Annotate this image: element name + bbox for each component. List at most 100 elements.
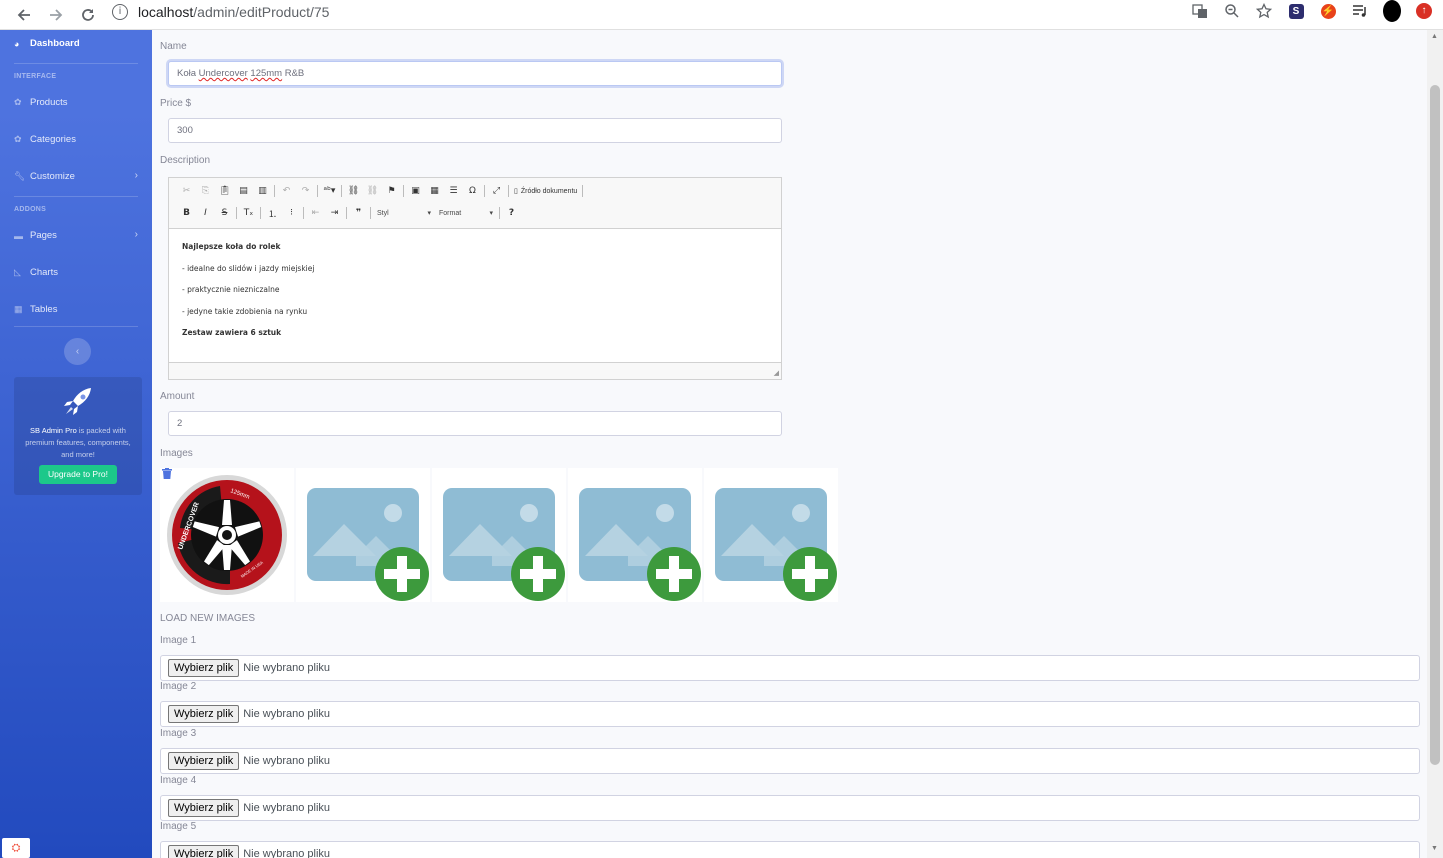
image-3-file-input[interactable]: Wybierz plik Nie wybrano pliku (160, 748, 1420, 774)
name-value-spell: Undercover (198, 68, 248, 79)
redo-icon[interactable]: ↷ (296, 183, 315, 199)
paste-text-icon[interactable]: ▤ (234, 183, 253, 199)
style-dropdown-label: Styl (377, 209, 389, 217)
add-image-placeholder-icon (307, 488, 429, 601)
price-input[interactable]: 300 (168, 118, 782, 143)
page-scrollbar[interactable]: ▲ ▼ (1427, 30, 1443, 858)
bold-icon[interactable]: B (177, 205, 196, 221)
sidebar-toggle-button[interactable]: ‹ (64, 338, 91, 365)
add-image-slot-4[interactable] (568, 468, 702, 602)
blockquote-icon[interactable]: ❞ (349, 205, 368, 221)
name-value-spell-2: 125mm (250, 68, 283, 79)
address-bar[interactable]: i localhost/admin/editProduct/75 (112, 0, 1162, 24)
caret-down-icon: ▾ (427, 210, 431, 217)
italic-icon[interactable]: I (196, 205, 215, 221)
translate-icon[interactable] (1191, 2, 1209, 20)
extension-s-icon[interactable]: S (1287, 2, 1305, 20)
scrollbar-thumb[interactable] (1430, 85, 1440, 765)
resize-handle-icon[interactable]: ◢ (774, 369, 779, 377)
media-control-icon[interactable] (1351, 2, 1369, 20)
unlink-icon[interactable]: ⛓ (363, 183, 382, 199)
image-5-file-input[interactable]: Wybierz plik Nie wybrano pliku (160, 841, 1420, 858)
file-status: Nie wybrano pliku (243, 662, 331, 674)
sidebar-item-label: Categories (30, 134, 76, 145)
image-icon[interactable]: ▣ (406, 183, 425, 199)
spellcheck-icon[interactable]: ᵃᵇ▾ (320, 183, 339, 199)
editor-toolbar-row-1: ✂ ⎘ 📋︎ ▤ ▥ ↶ ↷ ᵃᵇ▾ ⛓ ⛓ ⚑ ▣ ▦ ☰ Ω ⤢ ▯ Źród… (177, 183, 585, 199)
wheel-image: UNDERCOVER 125mm MADE IN USA (167, 475, 287, 595)
file-status: Nie wybrano pliku (243, 708, 331, 720)
scroll-up-icon[interactable]: ▲ (1431, 33, 1438, 40)
amount-input[interactable]: 2 (168, 411, 782, 436)
zoom-icon[interactable] (1223, 2, 1241, 20)
forward-icon[interactable] (40, 0, 72, 30)
sidebar-item-customize[interactable]: 🔧︎ Customize (14, 171, 138, 182)
scroll-down-icon[interactable]: ▼ (1431, 845, 1438, 852)
editor-content[interactable]: Najlepsze koła do rolek - idealne do sli… (169, 228, 781, 363)
back-icon[interactable] (8, 0, 40, 30)
numbered-list-icon[interactable]: ⒈ (263, 205, 282, 221)
reload-icon[interactable] (72, 0, 104, 30)
table-icon[interactable]: ▦ (425, 183, 444, 199)
horizontal-line-icon[interactable]: ☰ (444, 183, 463, 199)
editor-toolbar-row-2: B I S Tₓ ⒈ ⁝ ⇤ ⇥ ❞ Styl ▾ Format ▾ ? (177, 205, 521, 221)
source-icon: ▯ (514, 188, 518, 195)
update-icon[interactable]: ↑ (1415, 2, 1433, 20)
sidebar-item-charts[interactable]: ◺ Charts (14, 267, 58, 278)
format-dropdown[interactable]: Format ▾ (435, 206, 497, 220)
name-input[interactable]: Koła Undercover 125mm R&B (168, 61, 782, 86)
choose-file-button[interactable]: Wybierz plik (168, 752, 240, 770)
table-icon: ▦ (14, 304, 23, 314)
sidebar-item-products[interactable]: ✿ Products (14, 97, 68, 108)
format-dropdown-label: Format (439, 209, 462, 217)
product-image-1[interactable]: UNDERCOVER 125mm MADE IN USA (160, 468, 294, 602)
add-image-placeholder-icon (443, 488, 565, 601)
paste-icon[interactable]: 📋︎ (215, 183, 234, 199)
help-icon[interactable]: ? (502, 205, 521, 221)
special-char-icon[interactable]: Ω (463, 183, 482, 199)
add-image-slot-5[interactable] (704, 468, 838, 602)
image-2-file-input[interactable]: Wybierz plik Nie wybrano pliku (160, 701, 1420, 727)
image-1-file-input[interactable]: Wybierz plik Nie wybrano pliku (160, 655, 1420, 681)
indent-icon[interactable]: ⇥ (325, 205, 344, 221)
caret-down-icon: ▾ (489, 210, 493, 217)
choose-file-button[interactable]: Wybierz plik (168, 705, 240, 723)
style-dropdown[interactable]: Styl ▾ (373, 206, 435, 220)
wrench-icon: 🔧︎ (14, 171, 26, 181)
add-image-slot-3[interactable] (432, 468, 566, 602)
upgrade-button[interactable]: Upgrade to Pro! (39, 465, 117, 484)
sidebar: ◕ Dashboard INTERFACE ✿ Products ✿ Categ… (0, 30, 152, 858)
choose-file-button[interactable]: Wybierz plik (168, 659, 240, 677)
add-image-slot-2[interactable] (296, 468, 430, 602)
bulleted-list-icon[interactable]: ⁝ (282, 205, 301, 221)
sidebar-item-pages[interactable]: ▬ Pages (14, 230, 57, 241)
image-4-file-input[interactable]: Wybierz plik Nie wybrano pliku (160, 795, 1420, 821)
sidebar-item-tables[interactable]: ▦ Tables (14, 304, 57, 315)
sidebar-item-dashboard[interactable]: ◕ Dashboard (14, 38, 80, 49)
choose-file-button[interactable]: Wybierz plik (168, 845, 240, 858)
profile-avatar-icon[interactable] (1383, 0, 1401, 22)
link-icon[interactable]: ⛓ (344, 183, 363, 199)
anchor-flag-icon[interactable]: ⚑ (382, 183, 401, 199)
copy-icon[interactable]: ⎘ (196, 183, 215, 199)
outdent-icon[interactable]: ⇤ (306, 205, 325, 221)
bookmark-star-icon[interactable] (1255, 2, 1273, 20)
laravel-debugbar-icon[interactable]: ⛭ (2, 838, 30, 858)
choose-file-button[interactable]: Wybierz plik (168, 799, 240, 817)
cog-icon: ✿ (14, 97, 22, 107)
file-status: Nie wybrano pliku (243, 848, 331, 858)
strikethrough-icon[interactable]: S (215, 205, 234, 221)
maximize-icon[interactable]: ⤢ (487, 183, 506, 199)
remove-format-icon[interactable]: Tₓ (239, 205, 258, 221)
undo-icon[interactable]: ↶ (277, 183, 296, 199)
extension-bolt-icon[interactable]: ⚡ (1319, 2, 1337, 20)
cut-icon[interactable]: ✂ (177, 183, 196, 199)
paste-word-icon[interactable]: ▥ (253, 183, 272, 199)
trash-icon[interactable] (162, 468, 172, 482)
images-label: Images (160, 448, 193, 459)
sidebar-item-categories[interactable]: ✿ Categories (14, 134, 76, 145)
source-button[interactable]: ▯ Źródło dokumentu (511, 187, 580, 196)
site-info-icon[interactable]: i (112, 4, 128, 20)
description-label: Description (160, 155, 211, 166)
rocket-icon (64, 388, 91, 415)
